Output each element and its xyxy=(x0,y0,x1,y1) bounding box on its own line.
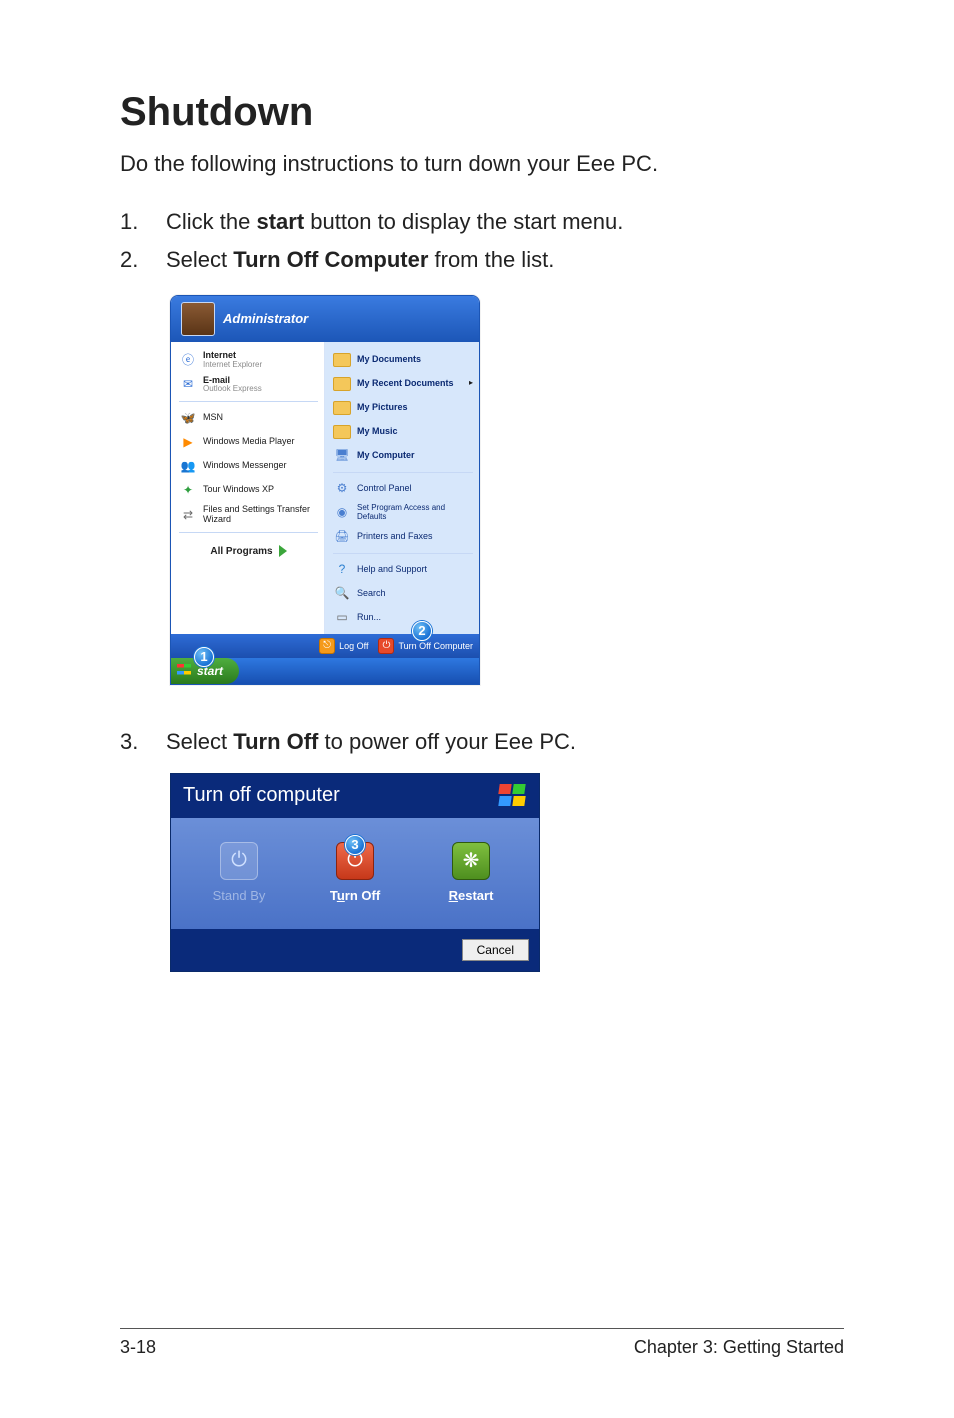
user-name: Administrator xyxy=(223,311,308,326)
start-menu-right-pane: My Documents My Recent Documents▸ My Pic… xyxy=(325,342,479,634)
logoff-button[interactable]: ⎋Log Off xyxy=(319,638,368,654)
standby-button: ⏻ Stand By xyxy=(189,842,289,903)
menu-item-messenger[interactable]: 👥 Windows Messenger xyxy=(177,454,320,478)
step-text: Select Turn Off to power off your Eee PC… xyxy=(166,725,576,759)
instruction-list: 1. Click the start button to display the… xyxy=(120,205,844,277)
callout-3: 3 xyxy=(345,835,365,855)
page-heading: Shutdown xyxy=(120,90,844,135)
step-number: 3. xyxy=(120,725,166,759)
menu-item-recent-documents[interactable]: My Recent Documents▸ xyxy=(331,372,475,396)
start-menu-left-pane: ⓔ InternetInternet Explorer ✉ E-mailOutl… xyxy=(171,342,325,634)
arrow-right-icon xyxy=(279,545,287,557)
menu-item-run[interactable]: ▭Run... xyxy=(331,606,475,630)
menu-item-search[interactable]: 🔍Search xyxy=(331,582,475,606)
people-icon: 👥 xyxy=(179,457,197,475)
wizard-icon: ⇄ xyxy=(179,506,197,524)
shield-icon: ◉ xyxy=(333,504,351,522)
folder-icon xyxy=(333,351,351,369)
step-text: Click the start button to display the st… xyxy=(166,205,623,239)
step-number: 1. xyxy=(120,205,166,239)
folder-icon xyxy=(333,423,351,441)
menu-item-my-music[interactable]: My Music xyxy=(331,420,475,444)
msn-icon: 🦋 xyxy=(179,409,197,427)
divider xyxy=(179,401,318,402)
chapter-label: Chapter 3: Getting Started xyxy=(634,1337,844,1358)
instruction-list-continued: 3. Select Turn Off to power off your Eee… xyxy=(120,725,844,759)
menu-item-printers[interactable]: 🖨Printers and Faxes xyxy=(331,525,475,549)
step-text: Select Turn Off Computer from the list. xyxy=(166,243,554,277)
printer-icon: 🖨 xyxy=(333,528,351,546)
start-menu: Administrator ⓔ InternetInternet Explore… xyxy=(170,295,480,685)
page-number: 3-18 xyxy=(120,1337,156,1358)
menu-item-wmp[interactable]: ▶ Windows Media Player xyxy=(177,430,320,454)
standby-icon: ⏻ xyxy=(220,842,258,880)
taskbar: start xyxy=(171,658,479,684)
page-footer: 3-18 Chapter 3: Getting Started xyxy=(120,1328,844,1358)
callout-1: 1 xyxy=(194,647,214,667)
menu-item-my-documents[interactable]: My Documents xyxy=(331,348,475,372)
step-2: 2. Select Turn Off Computer from the lis… xyxy=(120,243,844,277)
menu-item-email[interactable]: ✉ E-mailOutlook Express xyxy=(177,373,320,398)
menu-item-tour[interactable]: ✦ Tour Windows XP xyxy=(177,478,320,502)
control-panel-icon: ⚙ xyxy=(333,480,351,498)
windows-logo-icon xyxy=(499,784,527,808)
dialog-title-bar: Turn off computer xyxy=(171,774,539,818)
globe-icon: ✦ xyxy=(179,481,197,499)
power-icon: ⏻ xyxy=(378,638,394,654)
start-menu-header: Administrator xyxy=(171,296,479,342)
callout-2: 2 xyxy=(412,621,432,641)
menu-item-msn[interactable]: 🦋 MSN xyxy=(177,406,320,430)
divider xyxy=(333,472,473,473)
menu-item-internet[interactable]: ⓔ InternetInternet Explorer xyxy=(177,348,320,373)
menu-item-help[interactable]: ?Help and Support xyxy=(331,558,475,582)
step-number: 2. xyxy=(120,243,166,277)
menu-item-program-access[interactable]: ◉Set Program Access and Defaults xyxy=(331,501,475,525)
ie-icon: ⓔ xyxy=(179,351,197,369)
restart-icon: ❋ xyxy=(452,842,490,880)
folder-icon xyxy=(333,399,351,417)
search-icon: 🔍 xyxy=(333,585,351,603)
help-icon: ? xyxy=(333,561,351,579)
step-1: 1. Click the start button to display the… xyxy=(120,205,844,239)
logoff-icon: ⎋ xyxy=(319,638,335,654)
divider xyxy=(179,532,318,533)
dialog-title: Turn off computer xyxy=(183,784,340,807)
menu-item-all-programs[interactable]: All Programs xyxy=(177,537,320,565)
chevron-right-icon: ▸ xyxy=(469,379,473,388)
turn-off-dialog: Turn off computer ⏻ Stand By ⏻ Turn Off … xyxy=(170,773,540,972)
step-3: 3. Select Turn Off to power off your Eee… xyxy=(120,725,844,759)
folder-icon xyxy=(333,375,351,393)
menu-item-my-pictures[interactable]: My Pictures xyxy=(331,396,475,420)
cancel-button[interactable]: Cancel xyxy=(462,939,529,961)
mail-icon: ✉ xyxy=(179,376,197,394)
menu-item-transfer-wizard[interactable]: ⇄ Files and Settings Transfer Wizard xyxy=(177,502,320,528)
start-menu-footer: ⎋Log Off ⏻Turn Off Computer xyxy=(171,634,479,658)
restart-label: Restart xyxy=(421,888,521,903)
run-icon: ▭ xyxy=(333,609,351,627)
menu-item-my-computer[interactable]: 🖥My Computer xyxy=(331,444,475,468)
restart-button[interactable]: ❋ Restart xyxy=(421,842,521,903)
menu-item-control-panel[interactable]: ⚙Control Panel xyxy=(331,477,475,501)
computer-icon: 🖥 xyxy=(333,447,351,465)
intro-text: Do the following instructions to turn do… xyxy=(120,149,844,179)
user-avatar-icon xyxy=(181,302,215,336)
play-icon: ▶ xyxy=(179,433,197,451)
divider xyxy=(333,553,473,554)
standby-label: Stand By xyxy=(189,888,289,903)
turn-off-label: Turn Off xyxy=(305,888,405,903)
